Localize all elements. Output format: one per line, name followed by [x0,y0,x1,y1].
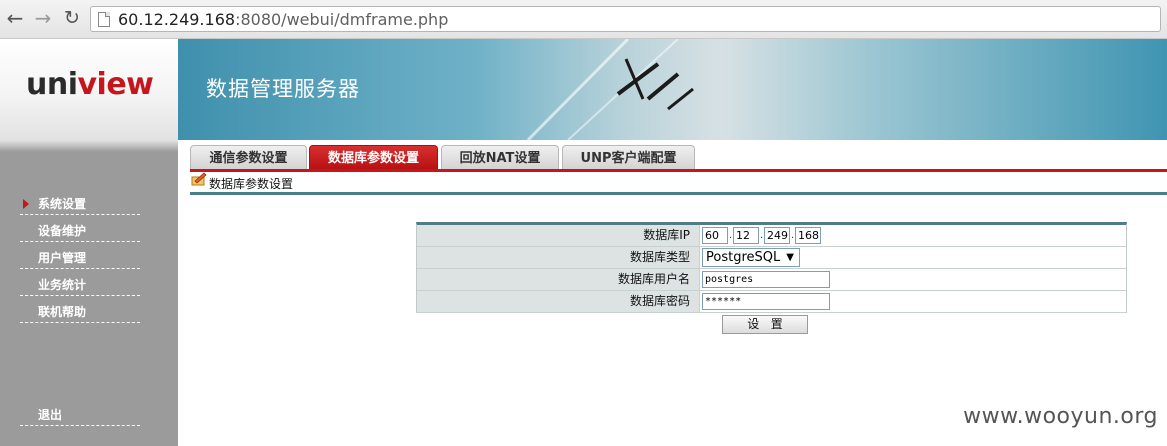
page-icon [98,11,110,27]
sidebar-item-user-management[interactable]: 用户管理 [20,247,140,269]
forward-arrow-icon[interactable]: → [31,6,55,30]
db-type-select[interactable]: PostgreSQL ▼ [702,248,800,267]
ip-dot: . [791,230,795,241]
form-row-password: 数据库密码 ****** [417,291,1126,313]
back-arrow-icon[interactable]: ← [3,6,27,30]
tab-unp-client-config[interactable]: UNP客户端配置 [562,145,695,170]
ip-dot: . [760,230,764,241]
db-ip-field: 60 . 12 . 249 . 168 [699,225,1126,246]
chevron-down-icon: ▼ [786,252,794,263]
db-type-selected-value: PostgreSQL [706,250,781,265]
tab-label: 回放NAT设置 [459,151,541,166]
address-bar[interactable]: 60.12.249.168:8080/webui/dmframe.php [90,6,1161,32]
db-user-label: 数据库用户名 [417,269,699,290]
tab-communication-settings[interactable]: 通信参数设置 [190,145,307,170]
sidebar-item-device-maintenance[interactable]: 设备维护 [20,220,140,242]
logo-area: uniview [0,39,178,140]
db-type-label: 数据库类型 [417,247,699,268]
logo-part-view: view [77,67,154,102]
db-ip-label: 数据库IP [417,225,699,246]
reload-icon[interactable]: ↻ [60,6,84,30]
form-row-user: 数据库用户名 postgres [417,269,1126,291]
tab-label: 通信参数设置 [209,151,288,166]
section-title: 数据库参数设置 [209,177,294,191]
sidebar-item-label: 设备维护 [38,224,87,238]
url-path: :8080/webui/dmframe.php [235,9,449,29]
logo-part-uni: uni [26,67,78,102]
sidebar-top-strip [0,140,178,152]
ip-octet-4-input[interactable]: 168 [795,227,821,244]
form-row-type: 数据库类型 PostgreSQL ▼ [417,247,1126,269]
sidebar-item-label: 用户管理 [38,251,87,265]
tab-underline [190,169,1167,172]
watermark: www.wooyun.org [963,404,1158,429]
banner-decoration [526,39,694,140]
uniview-logo: uniview [26,67,154,102]
ip-octet-3-input[interactable]: 249 [764,227,790,244]
sidebar-item-system-settings[interactable]: 系统设置 [20,193,140,215]
section-divider [190,192,1167,195]
ip-octet-1-input[interactable]: 60 [702,227,728,244]
database-settings-form: 数据库IP 60 . 12 . 249 . 168 数据库类型 PostgreS… [416,222,1127,313]
db-password-field: ****** [699,291,1126,312]
tab-label: 数据库参数设置 [327,151,419,166]
sidebar-item-help[interactable]: 联机帮助 [20,301,140,323]
db-type-field: PostgreSQL ▼ [699,247,1126,268]
db-user-input[interactable]: postgres [702,271,830,288]
ip-dot: . [729,230,733,241]
banner-title: 数据管理服务器 [206,77,360,101]
sidebar-item-label: 系统设置 [38,197,87,211]
save-settings-button[interactable]: 设 置 [722,315,808,334]
pencil-icon [191,172,207,186]
active-arrow-icon [23,199,29,209]
db-user-field: postgres [699,269,1126,290]
ip-octet-2-input[interactable]: 12 [733,227,759,244]
tab-playback-nat-settings[interactable]: 回放NAT设置 [441,145,559,170]
sidebar-item-label: 联机帮助 [38,305,87,319]
tab-label: UNP客户端配置 [580,151,677,166]
form-row-ip: 数据库IP 60 . 12 . 249 . 168 [417,225,1126,247]
sidebar-item-statistics[interactable]: 业务统计 [20,274,140,296]
sidebar-item-label: 业务统计 [38,278,87,292]
url-host: 60.12.249.168 [118,9,236,29]
tab-database-settings[interactable]: 数据库参数设置 [309,145,438,170]
sidebar-item-logout[interactable]: 退出 [20,404,140,426]
sidebar-item-label: 退出 [38,408,63,422]
db-password-input[interactable]: ****** [702,293,830,310]
browser-toolbar: ← → ↻ 60.12.249.168:8080/webui/dmframe.p… [0,0,1167,39]
db-password-label: 数据库密码 [417,291,699,312]
header-banner: 数据管理服务器 [178,39,1167,140]
